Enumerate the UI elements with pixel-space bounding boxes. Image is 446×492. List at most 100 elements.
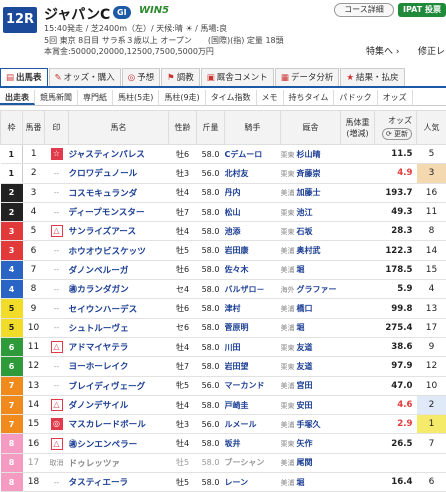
horse-name-link[interactable]: ディープモンスター: [69, 202, 169, 221]
table-row[interactable]: 510--シュトルーヴェセ658.0菅原明美浦堀275.417: [1, 318, 446, 337]
horse-name-link[interactable]: ヨーホーレイク: [69, 357, 169, 376]
horse-name-link[interactable]: サンライズアース: [69, 222, 169, 241]
jockey-link[interactable]: 池添: [225, 222, 281, 241]
table-row[interactable]: 612--ヨーホーレイク牡758.0岩田望栗東友道97.912: [1, 357, 446, 376]
odds-cell[interactable]: 275.4: [375, 318, 417, 337]
tab-2[interactable]: ◎予想: [122, 68, 160, 86]
mark-cell[interactable]: --: [45, 357, 69, 376]
horse-name-link[interactable]: ダノンデサイル: [69, 395, 169, 414]
table-row[interactable]: 24--ディープモンスター牡758.0松山栗東池江49.311: [1, 202, 446, 221]
trainer-link[interactable]: 友道: [297, 362, 313, 371]
jockey-link[interactable]: バルザロ－: [225, 280, 281, 299]
tab-3[interactable]: ⚑調教: [161, 68, 200, 86]
subtab-8[interactable]: パドック: [334, 90, 377, 105]
mark-cell[interactable]: 取消: [45, 453, 69, 472]
odds-cell[interactable]: 2.9: [375, 415, 417, 434]
subtab-7[interactable]: 持ちタイム: [284, 90, 335, 105]
odds-cell[interactable]: 122.3: [375, 241, 417, 260]
jockey-link[interactable]: 戸崎圭: [225, 395, 281, 414]
horse-name-link[interactable]: ジャスティンパレス: [69, 145, 169, 164]
prediction-mark[interactable]: △: [51, 399, 63, 411]
horse-name-link[interactable]: ブレイディヴェーグ: [69, 376, 169, 395]
table-row[interactable]: 35△サンライズアース牡458.0池添栗東石坂28.38: [1, 222, 446, 241]
trainer-link[interactable]: 矢作: [297, 439, 313, 448]
mark-cell[interactable]: --: [45, 164, 69, 183]
odds-update-button[interactable]: ⟳ 更新: [382, 128, 412, 140]
subtab-6[interactable]: メモ: [257, 90, 284, 105]
jockey-link[interactable]: 坂井: [225, 434, 281, 453]
table-row[interactable]: 817取消ドゥレッツァ牡558.0ブーシャン美浦尾関: [1, 453, 446, 472]
table-row[interactable]: 48--㊜カランダガンセ458.0バルザロ－海外グラファー5.94: [1, 280, 446, 299]
subtab-9[interactable]: オッズ: [378, 90, 413, 105]
mark-cell[interactable]: --: [45, 241, 69, 260]
horse-name-link[interactable]: マスカレードボール: [69, 415, 169, 434]
table-row[interactable]: 816△㊜シンエンペラー牡458.0坂井栗東矢作26.57: [1, 434, 446, 453]
odds-cell[interactable]: 99.8: [375, 299, 417, 318]
mark-cell[interactable]: --: [45, 473, 69, 492]
special-feature-link[interactable]: 特集へ ›: [366, 44, 399, 57]
jockey-link[interactable]: ルメール: [225, 415, 281, 434]
trainer-link[interactable]: 手塚久: [297, 420, 321, 429]
mark-cell[interactable]: --: [45, 318, 69, 337]
mark-cell[interactable]: △: [45, 395, 69, 414]
trainer-link[interactable]: 石坂: [297, 227, 313, 236]
table-row[interactable]: 23--コスモキュランダ牡458.0丹内美浦加藤士193.716: [1, 183, 446, 202]
horse-name-link[interactable]: セイウンハーデス: [69, 299, 169, 318]
prediction-mark[interactable]: --: [54, 363, 59, 371]
mark-cell[interactable]: ◎: [45, 415, 69, 434]
trainer-link[interactable]: 池江: [297, 208, 313, 217]
jockey-link[interactable]: 川田: [225, 337, 281, 356]
subtab-3[interactable]: 馬柱(5走): [113, 90, 159, 105]
mark-cell[interactable]: ☆: [45, 145, 69, 164]
prediction-mark[interactable]: --: [54, 382, 59, 390]
tab-4[interactable]: ▣厩舎コメント: [201, 68, 274, 86]
horse-name-link[interactable]: ホウオウビスケッツ: [69, 241, 169, 260]
odds-cell[interactable]: 97.9: [375, 357, 417, 376]
trainer-link[interactable]: 堀: [297, 478, 305, 487]
jockey-link[interactable]: ブーシャン: [225, 453, 281, 472]
horse-name-link[interactable]: クロワデュノール: [69, 164, 169, 183]
prediction-mark[interactable]: --: [54, 305, 59, 313]
mark-cell[interactable]: --: [45, 202, 69, 221]
horse-name-link[interactable]: ドゥレッツァ: [69, 453, 169, 472]
mark-cell[interactable]: --: [45, 183, 69, 202]
trainer-link[interactable]: 橋口: [297, 304, 313, 313]
odds-cell[interactable]: 16.4: [375, 473, 417, 492]
mark-cell[interactable]: △: [45, 222, 69, 241]
jockey-link[interactable]: レーン: [225, 473, 281, 492]
prediction-mark[interactable]: --: [54, 247, 59, 255]
course-detail-button[interactable]: コース詳細: [334, 3, 394, 17]
next-race-link[interactable]: 修正レース: [418, 44, 446, 57]
odds-cell[interactable]: 178.5: [375, 260, 417, 279]
trainer-link[interactable]: 宮田: [297, 381, 313, 390]
table-row[interactable]: 12--クロワデュノール牡356.0北村友栗東斉藤崇4.93: [1, 164, 446, 183]
table-row[interactable]: 715◎マスカレードボール牡356.0ルメール美浦手塚久2.91: [1, 415, 446, 434]
jockey-link[interactable]: 岩田康: [225, 241, 281, 260]
mark-cell[interactable]: --: [45, 376, 69, 395]
subtab-2[interactable]: 専門紙: [78, 90, 113, 105]
trainer-link[interactable]: 堀: [297, 323, 305, 332]
jockey-link[interactable]: 佐々木: [225, 260, 281, 279]
horse-name-link[interactable]: ㊜カランダガン: [69, 280, 169, 299]
horse-name-link[interactable]: ダノンベルーガ: [69, 260, 169, 279]
mark-cell[interactable]: --: [45, 299, 69, 318]
trainer-link[interactable]: 加藤士: [297, 188, 321, 197]
odds-cell[interactable]: [375, 453, 417, 472]
mark-cell[interactable]: --: [45, 260, 69, 279]
prediction-mark[interactable]: △: [51, 438, 63, 450]
table-row[interactable]: 713--ブレイディヴェーグ牝556.0マーカンド美浦宮田47.010: [1, 376, 446, 395]
jockey-link[interactable]: Cデムーロ: [225, 145, 281, 164]
odds-cell[interactable]: 4.9: [375, 164, 417, 183]
prediction-mark[interactable]: △: [51, 341, 63, 353]
horse-name-link[interactable]: ㊜シンエンペラー: [69, 434, 169, 453]
subtab-1[interactable]: 競馬新聞: [35, 90, 78, 105]
horse-name-link[interactable]: タスティエーラ: [69, 473, 169, 492]
mark-cell[interactable]: △: [45, 337, 69, 356]
jockey-link[interactable]: 北村友: [225, 164, 281, 183]
odds-cell[interactable]: 49.3: [375, 202, 417, 221]
subtab-0[interactable]: 出走表: [0, 90, 35, 105]
trainer-link[interactable]: 奥村武: [297, 246, 321, 255]
trainer-link[interactable]: 友道: [297, 343, 313, 352]
jockey-link[interactable]: マーカンド: [225, 376, 281, 395]
jockey-link[interactable]: 岩田望: [225, 357, 281, 376]
